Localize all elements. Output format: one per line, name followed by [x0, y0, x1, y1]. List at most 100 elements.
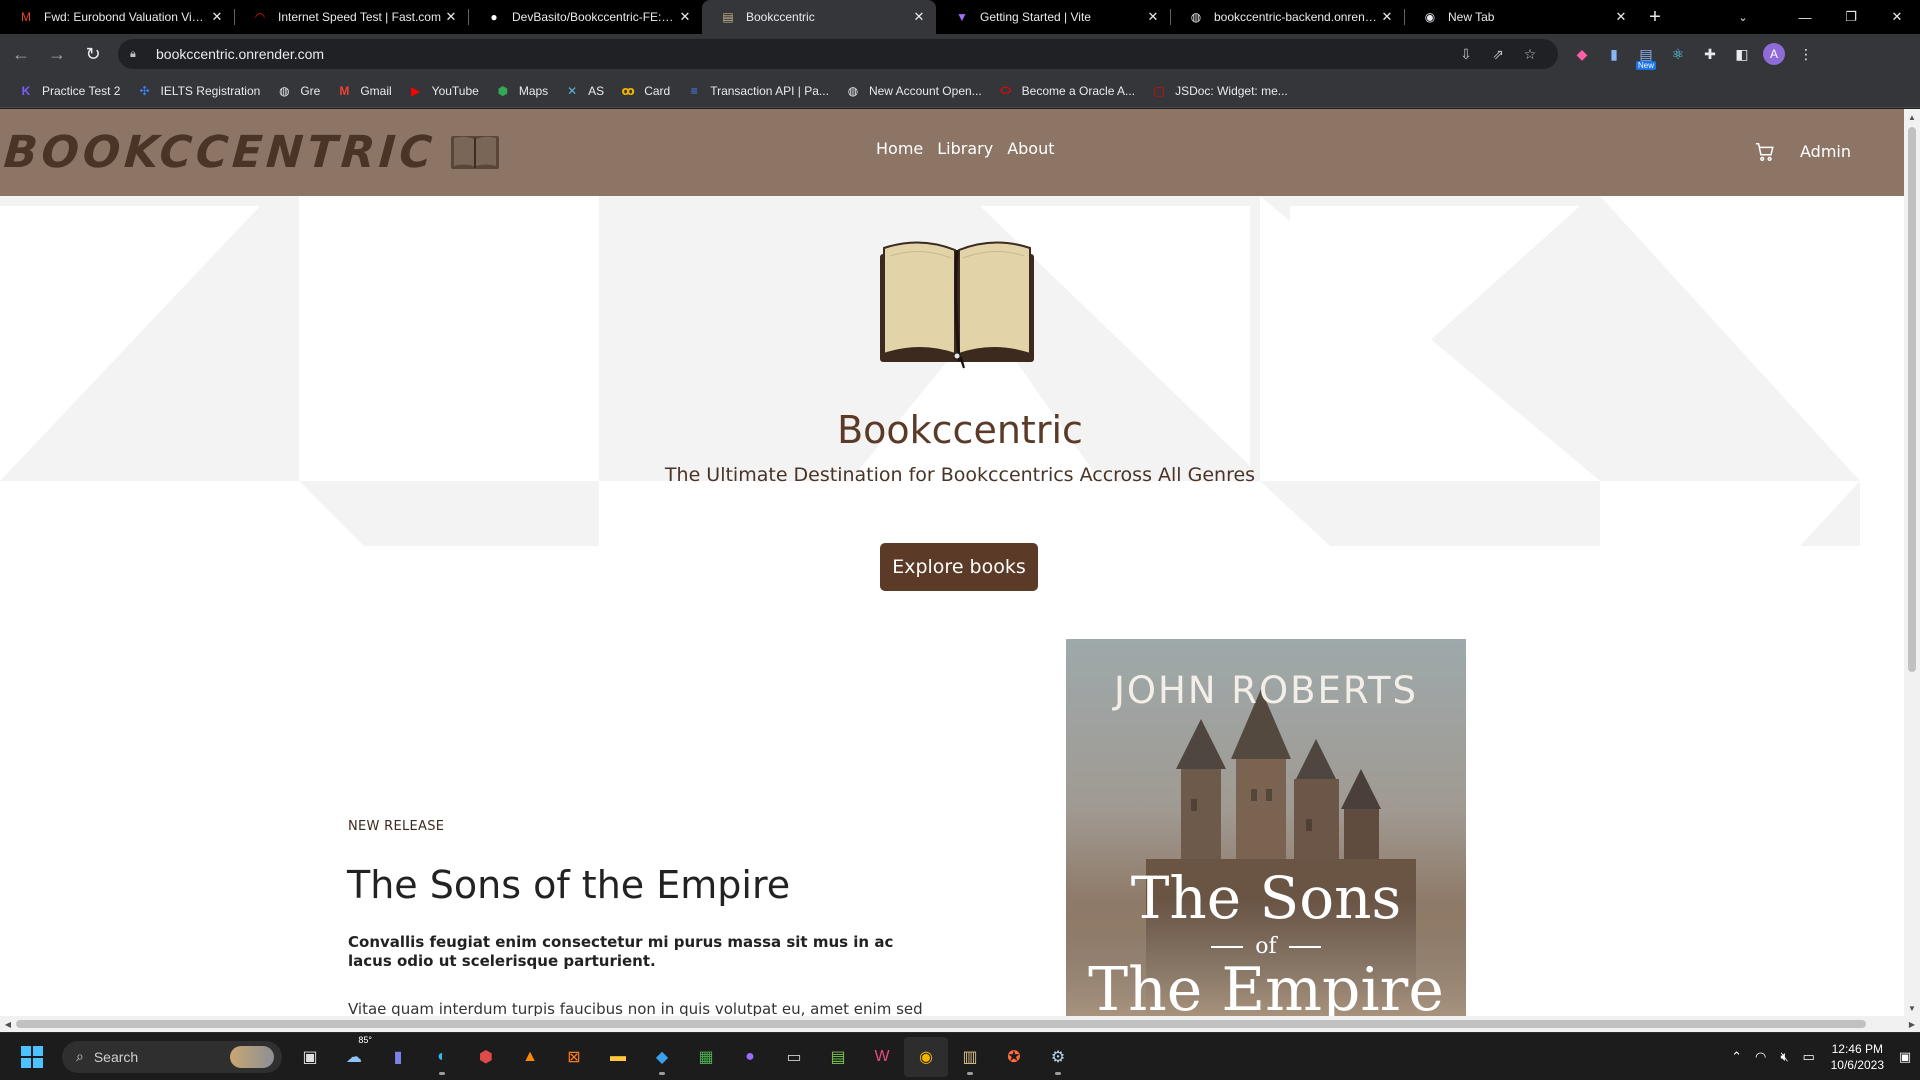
book-cover[interactable]: JOHN ROBERTS The Sons of The Empire	[1066, 639, 1466, 1016]
color-extension-icon[interactable]: ◆	[1566, 40, 1598, 68]
bookmark-item[interactable]: ≡ Transaction API | Pa...	[678, 78, 837, 104]
taskbar-app[interactable]: ▣	[288, 1037, 332, 1077]
start-button[interactable]	[10, 1037, 54, 1077]
as-icon: ✕	[567, 83, 578, 98]
wifi-icon[interactable]: ◠	[1749, 1049, 1773, 1065]
browser-tab[interactable]: ◉ New Tab ✕	[1404, 0, 1638, 34]
taskbar-app[interactable]: ▮	[376, 1037, 420, 1077]
horizontal-scroll-thumb[interactable]	[16, 1020, 1866, 1028]
grid-icon: ✣	[139, 83, 150, 98]
vertical-scrollbar[interactable]: ▲ ▼	[1904, 109, 1920, 1016]
taskbar-clock[interactable]: 12:46 PM 10/6/2023	[1831, 1041, 1884, 1073]
close-window-button[interactable]: ✕	[1874, 0, 1920, 34]
bookmark-star-icon[interactable]: ☆	[1514, 46, 1546, 63]
close-tab-icon[interactable]: ✕	[1144, 8, 1162, 26]
taskbar-app[interactable]: ✪	[992, 1037, 1036, 1077]
browser-tab[interactable]: ◍ bookccentric-backend.onrender ✕	[1170, 0, 1404, 34]
news-extension-icon[interactable]: ▤ New	[1630, 40, 1662, 70]
docs-extension-icon[interactable]: ▮	[1598, 40, 1630, 68]
teams-icon: ▮	[393, 1048, 403, 1066]
chevron-up-icon[interactable]: ⌃	[1725, 1049, 1749, 1065]
taskbar-app[interactable]: ◆	[640, 1037, 684, 1077]
taskbar-app[interactable]: ▭	[772, 1037, 816, 1077]
browser-tab[interactable]: ◠ Internet Speed Test | Fast.com ✕	[234, 0, 468, 34]
bookmark-item[interactable]: ⬭ Become a Oracle A...	[990, 78, 1143, 104]
browser-tab[interactable]: ▤ Bookccentric ✕	[702, 0, 936, 34]
admin-link[interactable]: Admin	[1800, 142, 1851, 161]
battery-icon[interactable]: ▭	[1797, 1049, 1821, 1065]
bookmark-item[interactable]: K Practice Test 2	[10, 78, 128, 104]
lock-icon: 🔒︎	[130, 47, 136, 60]
side-panel-icon[interactable]: ◧	[1726, 40, 1758, 68]
minimize-button[interactable]: —	[1782, 0, 1828, 34]
bookmark-item[interactable]: ✕ AS	[556, 78, 612, 104]
taskbar-app[interactable]: ◉	[904, 1036, 948, 1077]
notification-icon[interactable]: ▣	[1890, 1049, 1920, 1065]
new-tab-button[interactable]: +	[1638, 0, 1672, 34]
taskbar-app[interactable]: ☁ 85°	[332, 1035, 376, 1077]
scroll-left-arrow[interactable]: ◀	[0, 1016, 16, 1032]
site-logo[interactable]: BOOKCCENTRIC	[2, 127, 500, 178]
chrome-icon: ◉	[919, 1048, 933, 1066]
close-tab-icon[interactable]: ✕	[1612, 8, 1630, 26]
menu-kebab-icon[interactable]: ⋮	[1790, 40, 1822, 68]
back-button[interactable]: ←	[6, 39, 36, 69]
reload-button[interactable]: ↻	[78, 39, 108, 69]
forward-button[interactable]: →	[42, 39, 72, 69]
tab-search-button[interactable]: ⌄	[1726, 0, 1760, 34]
scroll-up-arrow[interactable]: ▲	[1904, 109, 1920, 125]
taskbar-app[interactable]: ◐	[420, 1037, 464, 1077]
taskbar-apps: ▣ ☁ 85° ▮ ◐ ⬢ ▲ ⊠ ▬ ◆ ▦ ● ▭ ▤ W ◉ ▥ ✪ ⚙	[288, 1035, 1080, 1077]
taskbar-app[interactable]: ⚙	[1036, 1037, 1080, 1077]
share-icon[interactable]: ⇗	[1482, 46, 1514, 63]
taskbar-app[interactable]: ▲	[508, 1037, 552, 1077]
browser-tab[interactable]: ▼ Getting Started | Vite ✕	[936, 0, 1170, 34]
taskbar-app[interactable]: ▥	[948, 1037, 992, 1077]
close-tab-icon[interactable]: ✕	[208, 8, 226, 26]
explore-books-button[interactable]: Explore books	[880, 543, 1038, 591]
react-devtools-icon[interactable]: ⚛	[1662, 40, 1694, 68]
nav-home-link[interactable]: Home	[876, 137, 923, 160]
bookmark-item[interactable]: ◍ Gre	[268, 78, 328, 104]
close-tab-icon[interactable]: ✕	[1378, 8, 1396, 26]
scroll-down-arrow[interactable]: ▼	[1904, 1000, 1920, 1016]
close-tab-icon[interactable]: ✕	[910, 8, 928, 26]
taskbar-app[interactable]: ▬	[596, 1037, 640, 1077]
nav-about-link[interactable]: About	[1007, 137, 1054, 160]
hero-title: Bookccentric	[837, 408, 1083, 452]
url-text[interactable]: bookccentric.onrender.com	[156, 46, 1450, 62]
bookmark-item[interactable]: M Gmail	[328, 78, 399, 104]
install-app-icon[interactable]: ⇩	[1450, 46, 1482, 63]
nav-library-link[interactable]: Library	[937, 137, 993, 160]
taskbar-app[interactable]: ⊠	[552, 1037, 596, 1077]
bookmark-item[interactable]: ⬢ Maps	[487, 78, 556, 104]
taskbar-app[interactable]: W	[860, 1037, 904, 1077]
close-tab-icon[interactable]: ✕	[442, 8, 460, 26]
bookmark-item[interactable]: ◍ New Account Open...	[837, 78, 990, 104]
vertical-scroll-thumb[interactable]	[1908, 127, 1916, 672]
bookmark-item[interactable]: ✣ IELTS Registration	[128, 78, 268, 104]
wps-icon: W	[874, 1047, 890, 1065]
taskbar-app[interactable]: ▤	[816, 1037, 860, 1077]
extensions-puzzle-icon[interactable]: ✚	[1694, 40, 1726, 68]
scroll-right-arrow[interactable]: ▶	[1904, 1016, 1920, 1032]
cover-title-line1: The Sons	[1130, 864, 1402, 932]
address-bar[interactable]: 🔒︎ bookccentric.onrender.com ⇩ ⇗ ☆	[118, 39, 1558, 69]
browser-tab[interactable]: ● DevBasito/Bookccentric-FE: An ✕	[468, 0, 702, 34]
release-body-text: Vitae quam interdum turpis faucibus non …	[348, 1000, 923, 1016]
taskbar-search[interactable]: ⌕ Search	[62, 1040, 282, 1073]
close-tab-icon[interactable]: ✕	[676, 8, 694, 26]
release-label: NEW RELEASE	[348, 819, 445, 834]
horizontal-scrollbar[interactable]: ◀ ▶	[0, 1016, 1920, 1032]
taskbar-app[interactable]: ⬢	[464, 1037, 508, 1077]
volume-muted-icon[interactable]: 🔇︎	[1773, 1049, 1797, 1065]
bookmark-item[interactable]: ▢ JSDoc: Widget: me...	[1143, 78, 1296, 104]
bookmark-item[interactable]: ꝏ Card	[612, 78, 678, 104]
profile-avatar[interactable]: A	[1758, 40, 1790, 68]
restore-button[interactable]: ❐	[1828, 0, 1874, 34]
cart-icon[interactable]	[1754, 141, 1776, 163]
browser-tab[interactable]: M Fwd: Eurobond Valuation View - ✕	[0, 0, 234, 34]
bookmark-item[interactable]: ▶ YouTube	[400, 78, 487, 104]
taskbar-app[interactable]: ●	[728, 1037, 772, 1077]
taskbar-app[interactable]: ▦	[684, 1037, 728, 1077]
